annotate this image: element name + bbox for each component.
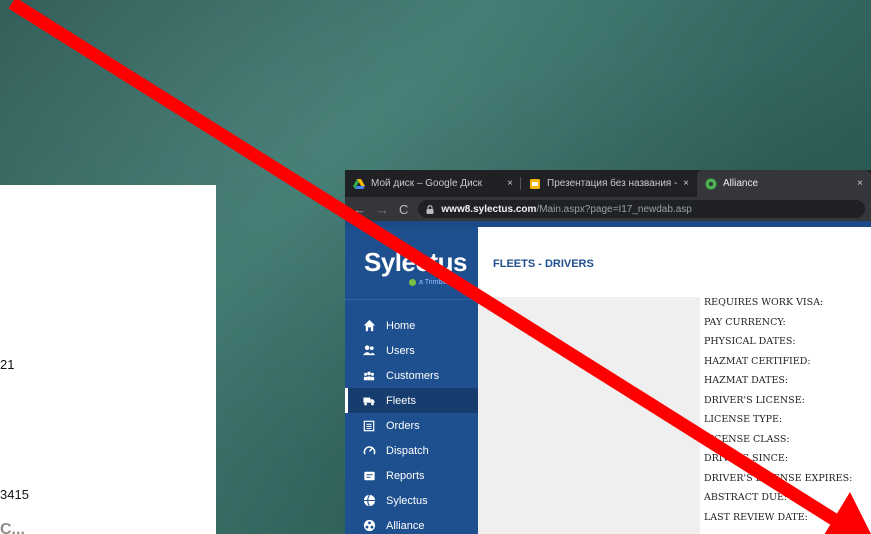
reports-icon (362, 469, 376, 483)
alliance-icon (362, 519, 376, 533)
field-label: DRIVING SINCE: (704, 453, 789, 465)
sylectus-icon (362, 494, 376, 508)
field-label: PAY CURRENCY: (704, 316, 786, 328)
truck-icon (362, 394, 376, 408)
document-page: 21 3415 C... (0, 185, 216, 534)
main-content: FLEETS - DRIVERS REQUIRES WORK VISA: PAY… (478, 227, 871, 534)
field-label: HAZMAT DATES: (704, 375, 789, 387)
sidebar-item-reports[interactable]: Reports (345, 463, 478, 488)
sidebar: Sylectus a Trimble Home Users Customers … (345, 227, 478, 534)
google-drive-icon (353, 178, 365, 189)
field-label: ABSTRACT DUE: (704, 492, 788, 504)
sidebar-item-label: Sylectus (386, 494, 428, 507)
orders-icon (362, 419, 376, 433)
url-path: /Main.aspx?page=I17_newdab.asp (536, 203, 692, 215)
sidebar-divider (345, 299, 478, 300)
alliance-favicon-icon (705, 178, 717, 189)
sidebar-item-sylectus[interactable]: Sylectus (345, 488, 478, 513)
sidebar-item-dispatch[interactable]: Dispatch (345, 438, 478, 463)
sidebar-item-label: Users (386, 344, 415, 357)
logo-subtitle: a Trimble (409, 279, 448, 286)
sidebar-item-home[interactable]: Home (345, 313, 478, 338)
close-icon[interactable]: × (857, 178, 863, 189)
sidebar-item-customers[interactable]: Customers (345, 363, 478, 388)
document-text-fragment: C... (0, 521, 25, 534)
sylectus-logo[interactable]: Sylectus (364, 247, 467, 278)
url-host: www8.sylectus.com (441, 203, 537, 215)
customers-icon (362, 369, 376, 383)
document-text-fragment: 3415 (0, 487, 29, 502)
logo-subtitle-text: a Trimble (419, 279, 448, 286)
browser-window: Мой диск – Google Диск × Презентация без… (345, 170, 871, 534)
home-icon (362, 319, 376, 333)
sidebar-item-alliance[interactable]: Alliance (345, 513, 478, 534)
sidebar-menu: Home Users Customers Fleets Orders Dispa… (345, 313, 478, 534)
document-text-fragment: 21 (0, 357, 15, 372)
field-label: PHYSICAL DATES: (704, 336, 796, 348)
close-icon[interactable]: × (507, 178, 513, 189)
users-icon (362, 344, 376, 358)
tab-presentation[interactable]: Презентация без названия - Go × (521, 170, 697, 197)
sidebar-item-label: Alliance (386, 519, 425, 532)
sidebar-item-fleets[interactable]: Fleets (345, 388, 478, 413)
field-label: HAZMAT CERTIFIED: (704, 355, 811, 367)
field-label: LICENSE TYPE: (704, 414, 783, 426)
sidebar-item-orders[interactable]: Orders (345, 413, 478, 438)
field-label: LAST REVIEW DATE: (704, 511, 808, 523)
sylectus-app: Sylectus a Trimble Home Users Customers … (345, 221, 871, 534)
trimble-dot-icon (409, 279, 416, 286)
tab-title: Мой диск – Google Диск (371, 178, 483, 189)
sidebar-item-label: Dispatch (386, 444, 429, 457)
sidebar-item-label: Reports (386, 469, 425, 482)
close-icon[interactable]: × (683, 178, 689, 189)
tab-bar: Мой диск – Google Диск × Презентация без… (345, 170, 871, 197)
sidebar-item-label: Customers (386, 369, 440, 382)
tab-google-drive[interactable]: Мой диск – Google Диск × (345, 170, 521, 197)
reload-icon[interactable]: C (399, 202, 408, 217)
dispatch-icon (362, 444, 376, 458)
tab-title: Alliance (723, 178, 759, 189)
address-bar: ← → C www8.sylectus.com/Main.aspx?page=I… (345, 197, 871, 221)
field-label: REQUIRES WORK VISA: (704, 297, 824, 309)
sidebar-item-label: Orders (386, 419, 420, 432)
driver-fields-list: REQUIRES WORK VISA: PAY CURRENCY: PHYSIC… (704, 293, 871, 527)
field-label: DRIVER'S LICENSE EXPIRES: (704, 472, 853, 484)
sidebar-item-users[interactable]: Users (345, 338, 478, 363)
forward-arrow-icon[interactable]: → (376, 202, 389, 217)
lock-icon (426, 204, 434, 214)
google-slides-icon (530, 178, 540, 189)
field-label: DRIVER'S LICENSE: (704, 394, 805, 406)
tab-title: Презентация без названия - Go (547, 178, 680, 189)
sidebar-item-label: Fleets (386, 394, 416, 407)
sidebar-item-label: Home (386, 319, 416, 332)
back-arrow-icon[interactable]: ← (353, 202, 366, 217)
driver-photo-panel (478, 297, 700, 534)
field-label: LICENSE CLASS: (704, 433, 790, 445)
url-input[interactable]: www8.sylectus.com/Main.aspx?page=I17_new… (418, 200, 865, 218)
page-title: FLEETS - DRIVERS (493, 258, 594, 270)
tab-alliance[interactable]: Alliance × (697, 170, 871, 197)
